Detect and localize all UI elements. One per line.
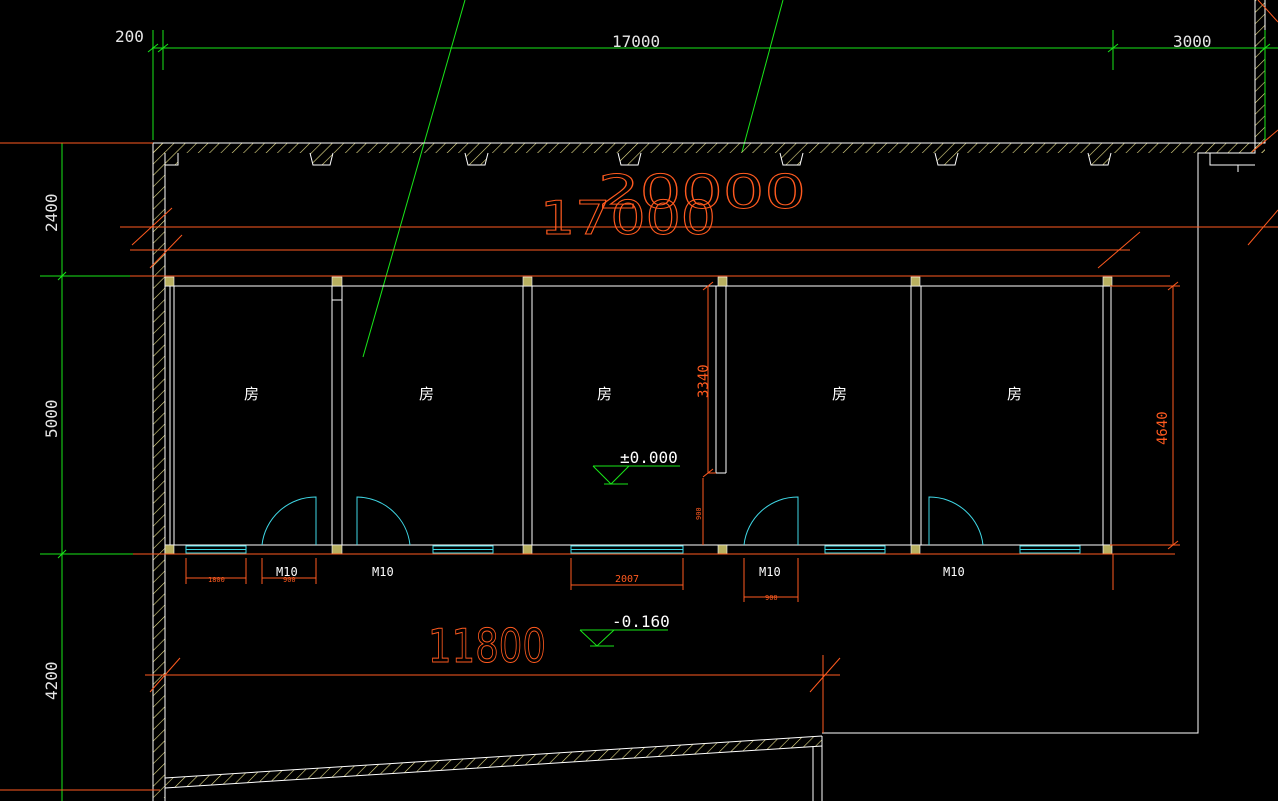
dim-window-width: 2007 bbox=[615, 574, 639, 585]
room-label-2: 房 bbox=[419, 385, 434, 403]
door-swing-2 bbox=[356, 496, 411, 546]
hatched-walls bbox=[153, 0, 1265, 798]
wall-outlines bbox=[152, 0, 1266, 801]
dim-left-middle: 5000 bbox=[42, 399, 61, 438]
room-label-3: 房 bbox=[597, 385, 612, 403]
big-label-lower: 11800 bbox=[428, 619, 546, 673]
door-swing-4 bbox=[928, 496, 984, 546]
level-lower: -0.160 bbox=[612, 612, 670, 631]
room-label-5: 房 bbox=[1007, 385, 1022, 403]
door-swing-1 bbox=[261, 496, 317, 546]
door-swing-3 bbox=[743, 496, 799, 546]
cad-floor-plan[interactable]: 200 17000 3000 2400 5000 4200 20000 1700… bbox=[0, 0, 1278, 801]
door-label-4: M10 bbox=[943, 565, 965, 579]
door-label-1: M10 bbox=[276, 565, 298, 579]
red-reference-lines bbox=[0, 0, 1278, 791]
door-label-2: M10 bbox=[372, 565, 394, 579]
dim-offset: 200 bbox=[115, 27, 144, 46]
columns bbox=[164, 276, 1113, 555]
door-label-3: M10 bbox=[759, 565, 781, 579]
room-label-1: 房 bbox=[244, 385, 259, 403]
tick-small-1: 1800 bbox=[208, 576, 225, 584]
tick-small-4: 900 bbox=[695, 507, 703, 520]
room-structure bbox=[165, 275, 1112, 555]
doors[interactable] bbox=[261, 496, 984, 546]
level-upper: ±0.000 bbox=[620, 448, 678, 467]
dim-main: 17000 bbox=[612, 32, 660, 51]
dim-left-upper: 2400 bbox=[42, 193, 61, 232]
dim-left-lower: 4200 bbox=[42, 661, 61, 700]
dim-right: 3000 bbox=[1173, 32, 1212, 51]
dim-right-height: 4640 bbox=[1155, 411, 1171, 445]
big-label-upper-b: 17000 bbox=[540, 191, 716, 245]
beam-notches bbox=[164, 152, 1112, 166]
dim-partition-height: 3340 bbox=[696, 364, 712, 398]
room-label-4: 房 bbox=[832, 385, 847, 403]
windows bbox=[185, 545, 1081, 554]
tick-small-3: 900 bbox=[765, 594, 778, 602]
